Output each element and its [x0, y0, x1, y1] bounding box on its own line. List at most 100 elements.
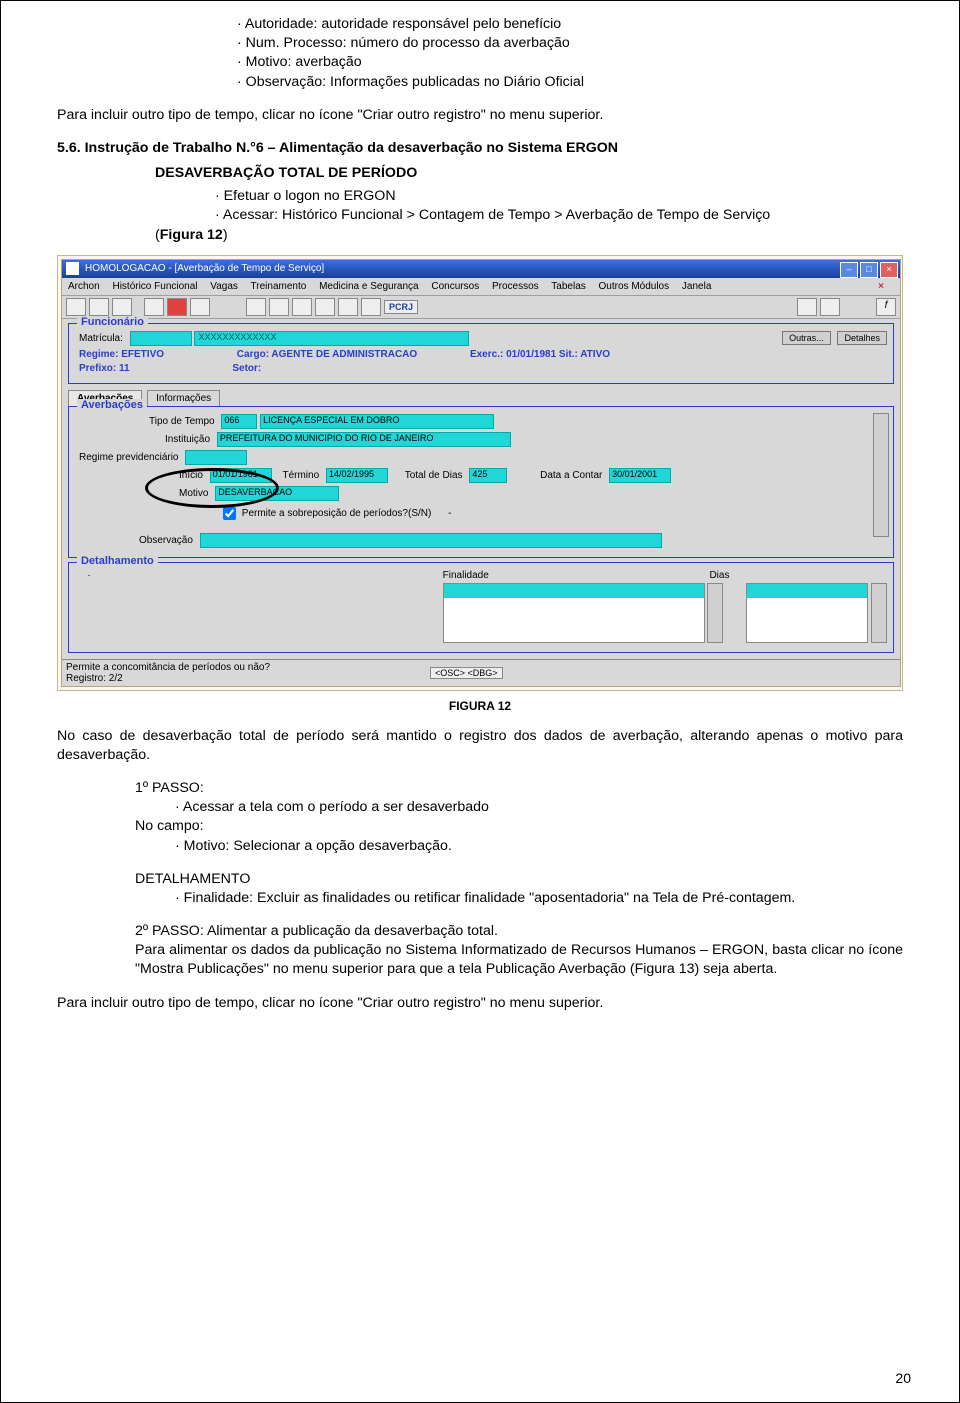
menu-outros[interactable]: Outros Módulos	[599, 281, 670, 292]
field-tipo-tempo-desc[interactable]: LICENÇA ESPECIAL EM DOBRO	[260, 414, 494, 429]
status-registro: Registro: 2/2	[66, 673, 270, 684]
group-averbacoes: Averbações Tipo de Tempo 066 LICENÇA ESP…	[68, 406, 894, 558]
field-observacao[interactable]	[200, 533, 662, 548]
tb-pcrj-chip[interactable]: PCRJ	[384, 300, 418, 314]
menu-bar[interactable]: Archon Histórico Funcional Vagas Treinam…	[62, 278, 900, 296]
document-page: Autoridade: autoridade responsável pelo …	[0, 0, 960, 1403]
btn-detalhes[interactable]: Detalhes	[837, 331, 887, 345]
val-setor: Setor:	[232, 363, 261, 374]
tb-new-icon[interactable]	[144, 298, 164, 316]
detalhamento-title: DETALHAMENTO	[135, 870, 903, 889]
passo-2: 2º PASSO: Alimentar a publicação da desa…	[135, 922, 903, 980]
list-finalidade-scrollbar[interactable]	[707, 583, 723, 643]
lbl-tipo-tempo: Tipo de Tempo	[149, 416, 215, 427]
detalhamento-bullet-text: Finalidade: Excluir as finalidades ou re…	[184, 890, 796, 906]
lbl-instituicao: Instituição	[165, 434, 210, 445]
tb-next-icon[interactable]	[292, 298, 312, 316]
lbl-data-contar: Data a Contar	[540, 470, 602, 481]
tb-pub-icon[interactable]	[361, 298, 381, 316]
def-motivo: Motivo: averbação	[237, 53, 903, 72]
field-definitions: Autoridade: autoridade responsável pelo …	[177, 15, 903, 92]
passo-1: 1º PASSO: Acessar a tela com o período a…	[135, 779, 903, 856]
minimize-button[interactable]: –	[840, 262, 858, 278]
list-dias[interactable]	[746, 583, 868, 643]
def-num-processo: Num. Processo: número do processo da ave…	[237, 34, 903, 53]
menu-janela[interactable]: Janela	[682, 281, 711, 292]
maximize-button[interactable]: □	[860, 262, 878, 278]
field-total-dias[interactable]: 425	[469, 468, 507, 483]
lbl-termino: Término	[282, 470, 319, 481]
close-button[interactable]: ×	[880, 262, 898, 278]
detalhamento-columns: Finalidade Dias	[443, 570, 887, 643]
menu-concursos[interactable]: Concursos	[431, 281, 479, 292]
highlight-circle	[145, 468, 279, 508]
chk-permite-sobreposicao[interactable]	[223, 507, 236, 520]
passo-2-body: Para alimentar os dados da publicação no…	[135, 941, 903, 979]
window-title-bar[interactable]: HOMOLOGACAO - [Averbação de Tempo de Ser…	[62, 260, 900, 278]
tb-find-icon[interactable]	[112, 298, 132, 316]
heading-desaverbacao-total: DESAVERBAÇÃO TOTAL DE PERÍODO	[155, 164, 903, 183]
tb-right1-icon[interactable]	[797, 298, 817, 316]
col-finalidade: Finalidade	[443, 570, 703, 581]
btn-outras[interactable]: Outras...	[782, 331, 831, 345]
step-logon: Efetuar o logon no ERGON	[215, 187, 903, 206]
passo-1-bullet-motivo: Motivo: Selecionar a opção desaverbação.	[175, 837, 903, 856]
toolbar: PCRJ f	[62, 296, 900, 319]
passo-2-title: 2º PASSO: Alimentar a publicação da desa…	[135, 922, 903, 941]
field-termino[interactable]: 14/02/1995	[326, 468, 388, 483]
menu-treinamento[interactable]: Treinamento	[251, 281, 307, 292]
group-averbacoes-title: Averbações	[77, 399, 147, 411]
field-tipo-tempo-cod[interactable]: 066	[221, 414, 257, 429]
detalhamento-bullet: Finalidade: Excluir as finalidades ou re…	[175, 889, 903, 908]
para-final-incluir: Para incluir outro tipo de tempo, clicar…	[57, 994, 903, 1013]
val-regime: Regime: EFETIVO	[79, 349, 164, 360]
val-prefixo: Prefixo: 11	[79, 363, 130, 374]
tb-prev-icon[interactable]	[269, 298, 289, 316]
group-funcionario: Funcionário Matrícula: XXXXXXXXXXXXX Out…	[68, 323, 894, 384]
menu-tabelas[interactable]: Tabelas	[551, 281, 585, 292]
passo-1-nocampo: No campo:	[135, 817, 903, 836]
lbl-reg-prev: Regime previdenciário	[79, 452, 179, 463]
tb-last-icon[interactable]	[315, 298, 335, 316]
tb-help-icon[interactable]	[338, 298, 358, 316]
field-instituicao[interactable]: PREFEITURA DO MUNICIPIO DO RIO DE JANEIR…	[217, 432, 511, 447]
heading-5-6: 5.6. Instrução de Trabalho N.°6 – Alimen…	[57, 139, 903, 158]
mdi-close-icon[interactable]: ×	[878, 281, 884, 292]
field-reg-prev[interactable]	[185, 450, 247, 465]
lbl-total-dias: Total de Dias	[405, 470, 463, 481]
menu-medicina[interactable]: Medicina e Segurança	[319, 281, 419, 292]
list-finalidade[interactable]	[443, 583, 705, 643]
steps-list: Efetuar o logon no ERGON Acessar: Histór…	[155, 187, 903, 245]
group-detalhamento-title: Detalhamento	[77, 555, 158, 567]
status-permite: Permite a concomitância de períodos ou n…	[66, 662, 270, 673]
field-matricula-nome[interactable]: XXXXXXXXXXXXX	[194, 331, 469, 346]
tb-save-icon[interactable]	[66, 298, 86, 316]
status-osc: <OSC> <DBG>	[430, 667, 503, 679]
tb-fx-icon[interactable]: f	[876, 298, 896, 316]
tb-delete-icon[interactable]	[167, 298, 187, 316]
tab-informacoes[interactable]: Informações	[147, 390, 220, 406]
figure-ref-12: Figura 12	[160, 227, 223, 243]
detalhamento-section: DETALHAMENTO Finalidade: Excluir as fina…	[135, 870, 903, 908]
tb-commit-icon[interactable]	[190, 298, 210, 316]
para-incluir-outro: Para incluir outro tipo de tempo, clicar…	[57, 106, 903, 125]
deta-bullet: ·	[79, 570, 99, 581]
val-exerc: Exerc.: 01/01/1981 Sit.: ATIVO	[470, 349, 610, 360]
form-area: Funcionário Matrícula: XXXXXXXXXXXXX Out…	[62, 323, 900, 659]
field-matricula[interactable]	[130, 331, 192, 346]
ergon-window: HOMOLOGACAO - [Averbação de Tempo de Ser…	[61, 259, 901, 687]
window-buttons: – □ ×	[840, 262, 898, 278]
list-dias-scrollbar[interactable]	[871, 583, 887, 643]
tb-right2-icon[interactable]	[820, 298, 840, 316]
step-acessar-fig: (Figura 12)	[155, 226, 903, 245]
menu-historico[interactable]: Histórico Funcional	[112, 281, 197, 292]
menu-vagas[interactable]: Vagas	[210, 281, 238, 292]
field-data-contar[interactable]: 30/01/2001	[609, 468, 671, 483]
passo-2-body-text: Para alimentar os dados da publicação no…	[135, 942, 903, 977]
tb-first-icon[interactable]	[246, 298, 266, 316]
lbl-observacao: Observação	[139, 535, 193, 546]
menu-archon[interactable]: Archon	[68, 281, 100, 292]
menu-processos[interactable]: Processos	[492, 281, 539, 292]
val-cargo: Cargo: AGENTE DE ADMINISTRACAO	[237, 349, 417, 360]
tb-print-icon[interactable]	[89, 298, 109, 316]
